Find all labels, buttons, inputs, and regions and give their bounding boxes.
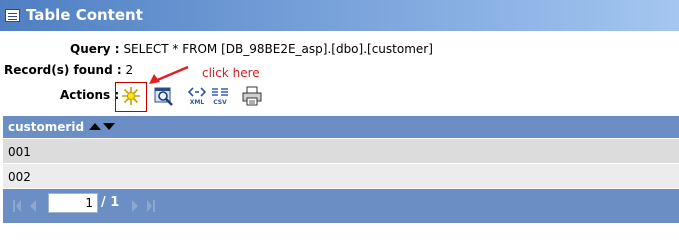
table-row[interactable]: 002 [3,164,679,188]
table-icon [5,9,20,22]
panel-title: Table Content [26,6,143,24]
table-row[interactable]: 001 [3,139,679,163]
actions-label: Actions : [60,88,120,102]
export-csv-icon[interactable]: CSV [210,86,230,106]
cell-customerid: 001 [8,145,31,159]
query-label: Query : [70,42,120,56]
click-here-note: click here [202,66,260,80]
records-value: 2 [125,63,134,77]
svg-text:XML: XML [190,99,205,106]
query-value: SELECT * FROM [DB_98BE2E_asp].[dbo].[cus… [123,42,433,56]
print-icon[interactable] [242,86,262,106]
last-page-icon[interactable] [147,200,155,212]
sort-ascending-icon[interactable] [89,123,101,130]
records-row: Record(s) found : 2 [4,63,133,77]
title-bar: Table Content [0,0,679,31]
column-header-customerid[interactable]: customerid [8,120,84,134]
sort-descending-icon[interactable] [103,123,115,130]
cell-customerid: 002 [8,170,31,184]
page-number-input[interactable]: 1 [48,193,98,213]
search-icon[interactable] [154,86,174,106]
pager-bar: 1 / 1 [3,189,679,223]
annotation-arrow [149,65,189,84]
previous-page-icon[interactable] [29,200,37,212]
svg-text:CSV: CSV [213,99,227,106]
page-total: / 1 [101,195,120,210]
new-record-icon[interactable] [121,86,141,106]
table-header: customerid [3,116,679,138]
next-page-icon[interactable] [131,200,139,212]
actions-row: Actions : [60,88,119,102]
export-xml-icon[interactable]: XML [187,86,207,106]
query-row: Query : SELECT * FROM [DB_98BE2E_asp].[d… [70,42,433,56]
records-label: Record(s) found : [4,63,122,77]
first-page-icon[interactable] [13,200,21,212]
